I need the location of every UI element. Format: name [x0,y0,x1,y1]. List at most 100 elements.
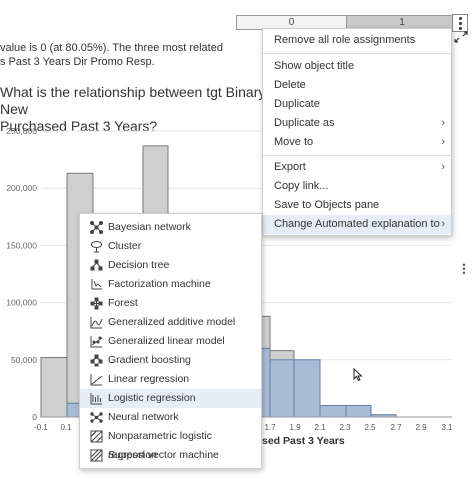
gradient-boosting-icon [90,354,103,367]
submenu-item-gradient-boosting[interactable]: Gradient boosting [80,351,261,370]
menu-item-label: Copy link... [274,180,329,192]
chevron-right-icon: › [441,117,445,129]
x-tick-label: 2.7 [390,423,402,432]
chart-title-line-1: What is the relationship between tgt Bin… [0,84,266,117]
submenu-item-support-vector-machine[interactable]: Support vector machine [80,446,261,465]
support-vector-machine-icon [90,449,103,462]
y-tick-label: 0 [32,412,37,422]
neural-network-icon [90,412,103,423]
menu-item-duplicate-as[interactable]: Duplicate as › [263,114,451,133]
mouse-pointer-icon [353,368,363,382]
submenu-item-forest[interactable]: Forest [80,294,261,313]
maximize-icon[interactable] [454,31,468,43]
menu-item-label: Remove all role assignments [274,34,416,46]
submenu-item-label: Support vector machine [108,449,219,461]
submenu-item-label: Forest [108,297,138,309]
y-tick-label: 100,000 [6,298,37,308]
y-tick-label: 250,000 [6,126,37,136]
summary-line-1: value is 0 (at 80.05%). The three most r… [0,42,223,54]
bayesian-network-icon [90,221,103,234]
submenu-item-factorization-machine[interactable]: Factorization machine [80,275,261,294]
submenu-item-label: Cluster [108,240,142,252]
submenu-item-label: Neural network [108,411,179,423]
generalized-linear-model-icon [90,336,103,348]
menu-item-delete[interactable]: Delete [263,76,451,95]
y-tick-label: 50,000 [11,355,37,365]
x-tick-label: 1.7 [264,423,276,432]
context-menu: Remove all role assignments Show object … [262,28,452,236]
submenu-item-label: Gradient boosting [108,354,191,366]
forest-icon [90,297,103,310]
submenu-item-label: Logistic regression [108,392,196,404]
x-tick-label: 0.1 [60,423,72,432]
model-type-submenu: Bayesian network Cluster Decision tree F… [79,213,262,469]
submenu-item-label: Generalized linear model [108,335,225,347]
y-tick-label: 200,000 [6,183,37,193]
report-canvas: 0 1 value is 0 (at 80.05%). The three mo… [0,0,474,481]
menu-item-label: Show object title [274,60,355,72]
menu-item-save-to-objects-pane[interactable]: Save to Objects pane [263,196,451,215]
x-axis-label: sed Past 3 Years [262,435,345,447]
submenu-item-label: Decision tree [108,259,170,271]
histogram-bar[interactable] [293,359,321,418]
chevron-right-icon: › [441,161,445,173]
submenu-item-label: Factorization machine [108,278,211,290]
menu-item-label: Duplicate [274,98,320,110]
more-options-button[interactable] [452,14,468,32]
summary-line-2: s Past 3 Years Dir Promo Resp. [0,56,155,68]
nonparametric-logistic-regression-icon [90,430,103,443]
submenu-item-generalized-additive-model[interactable]: Generalized additive model [80,313,261,332]
histogram-bar[interactable] [269,359,295,418]
menu-item-show-object-title[interactable]: Show object title [263,57,451,76]
chevron-right-icon: › [441,136,445,148]
x-tick-label: 2.9 [415,423,427,432]
histogram-bar[interactable] [345,405,372,418]
menu-item-label: Duplicate as [274,117,335,129]
submenu-item-linear-regression[interactable]: Linear regression [80,370,261,389]
x-tick-label: 3.1 [441,423,453,432]
menu-divider [263,53,451,54]
menu-item-move-to[interactable]: Move to › [263,133,451,152]
submenu-item-label: Bayesian network [108,221,191,233]
x-tick-label: 1.9 [289,423,301,432]
menu-item-label: Export [274,161,306,173]
menu-item-change-automated-explanation[interactable]: Change Automated explanation to › [263,215,451,234]
menu-item-copy-link[interactable]: Copy link... [263,177,451,196]
resize-handle-dots[interactable]: • • • [461,261,467,278]
y-tick-label: 150,000 [6,240,37,250]
x-tick-label: 2.3 [339,423,351,432]
explanation-summary: value is 0 (at 80.05%). The three most r… [0,41,260,69]
menu-item-label: Save to Objects pane [274,199,380,211]
submenu-item-generalized-linear-model[interactable]: Generalized linear model [80,332,261,351]
menu-item-label: Move to [274,136,314,148]
factorization-machine-icon [91,279,102,290]
submenu-item-decision-tree[interactable]: Decision tree [80,256,261,275]
submenu-item-logistic-regression[interactable]: Logistic regression [80,389,261,408]
kebab-dot [458,26,462,30]
histogram-bar[interactable] [319,405,347,418]
submenu-item-bayesian-network[interactable]: Bayesian network [80,218,261,237]
menu-item-remove-role-assignments[interactable]: Remove all role assignments [263,31,451,50]
x-tick-label: 2.5 [364,423,376,432]
menu-item-duplicate[interactable]: Duplicate [263,95,451,114]
submenu-item-label: Linear regression [108,373,190,385]
kebab-dot [458,21,462,25]
submenu-item-cluster[interactable]: Cluster [80,237,261,256]
cluster-icon [91,241,102,253]
chevron-right-icon: › [441,218,445,230]
submenu-item-nonparametric-logistic-regression[interactable]: Nonparametric logistic regression [80,427,261,461]
menu-item-export[interactable]: Export › [263,158,451,177]
x-tick-label: 2.1 [314,423,326,432]
generalized-additive-model-icon [90,317,103,329]
histogram-bar[interactable] [40,357,68,418]
kebab-dot [458,16,462,20]
submenu-item-label: Generalized additive model [108,316,236,328]
linear-regression-icon [90,374,103,386]
logistic-regression-icon [90,393,102,405]
x-tick-label: -0.1 [34,423,48,432]
submenu-item-neural-network[interactable]: Neural network [80,408,261,427]
menu-item-label: Delete [274,79,306,91]
menu-divider [263,155,451,156]
decision-tree-icon [90,259,103,271]
menu-item-label: Change Automated explanation to [274,218,440,230]
